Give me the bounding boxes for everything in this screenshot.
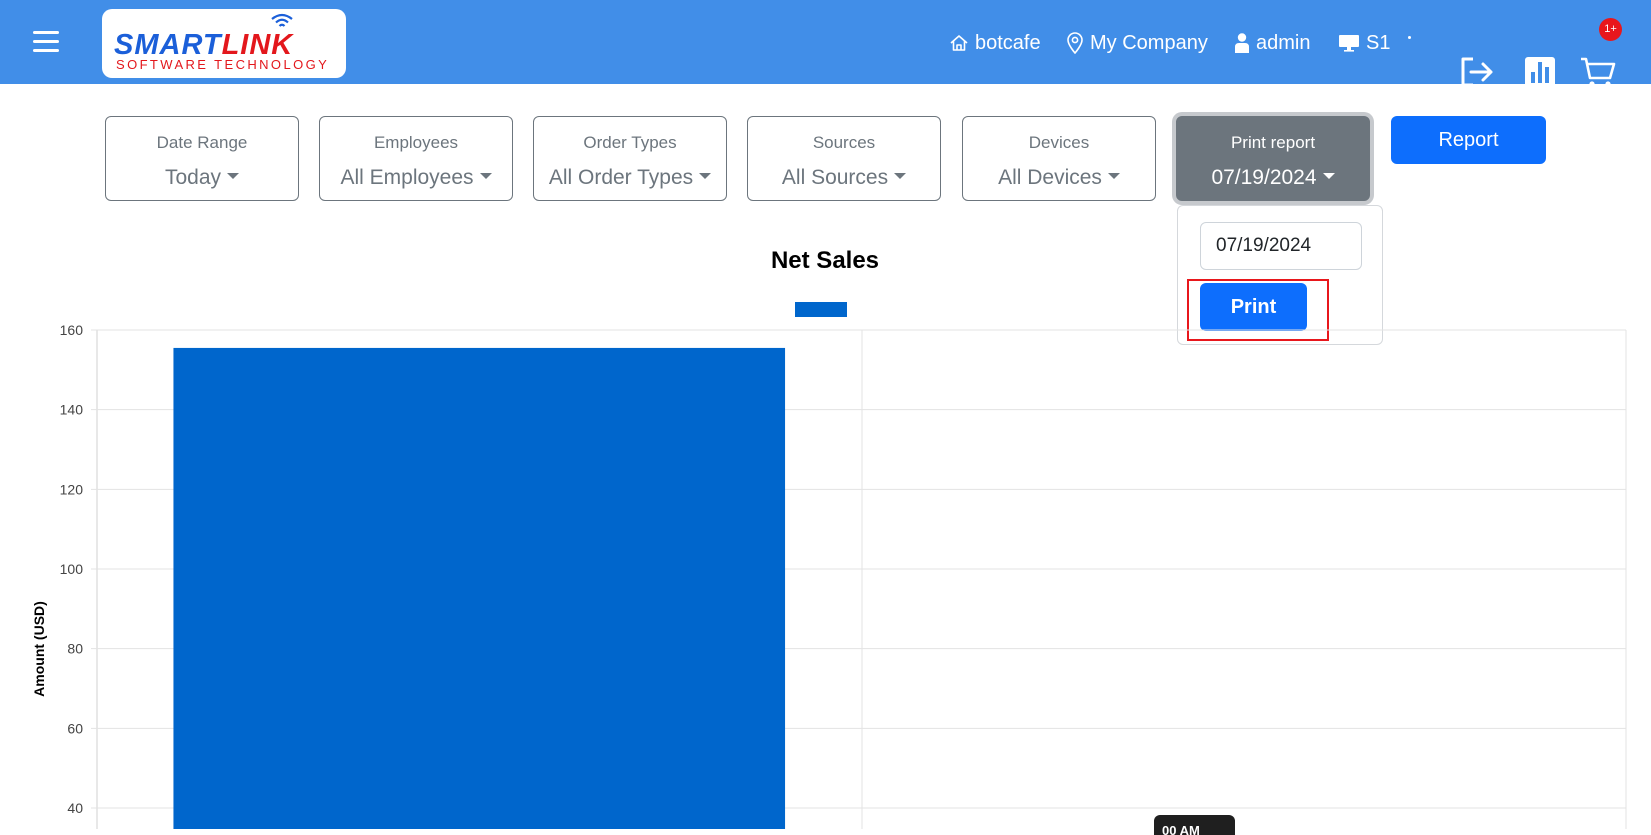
company-name: My Company [1090,31,1208,54]
caret-down-icon [894,173,907,180]
devices-label: Devices [1028,133,1090,152]
caret-down-icon [699,173,712,180]
station-indicator[interactable]: S1 [1338,30,1390,56]
cart-icon[interactable] [1580,56,1616,88]
monitor-icon [1339,35,1359,52]
chart-bar[interactable] [173,347,786,829]
menu-icon[interactable] [33,31,59,53]
y-tick-label: 120 [60,481,84,497]
y-tick-label: 80 [67,641,83,657]
employees-value: All Employees [320,166,512,190]
chart-bars [173,347,786,829]
date-range-filter[interactable]: Date Range Today [105,116,299,201]
devices-filter[interactable]: Devices All Devices [962,116,1156,201]
y-axis-label: Amount (USD) [31,601,47,697]
print-report-filter[interactable]: Print report 07/19/2024 [1176,116,1370,201]
date-range-value: Today [106,166,298,190]
print-report-label: Print report [1230,133,1316,152]
user-name: admin [1256,31,1311,54]
report-button[interactable]: Report [1391,116,1546,164]
top-navbar: SMARTLINK SOFTWARE TECHNOLOGY botcafe My… [0,0,1651,87]
order-types-label: Order Types [583,133,677,152]
user-indicator[interactable]: admin [1234,30,1310,56]
station-name: S1 [1366,31,1391,54]
home-icon [950,35,968,51]
cart-count-badge: 1+ [1599,18,1622,41]
caret-down-icon [479,173,492,180]
employees-filter[interactable]: Employees All Employees [319,116,513,201]
store-name: botcafe [975,31,1041,54]
user-icon [1235,33,1249,53]
devices-value: All Devices [963,166,1155,190]
order-types-value: All Order Types [534,166,726,190]
logo-tagline: SOFTWARE TECHNOLOGY [116,57,330,72]
store-indicator[interactable]: botcafe [949,30,1041,56]
caret-down-icon [1107,173,1120,180]
logout-icon[interactable] [1459,56,1495,88]
order-types-filter[interactable]: Order Types All Order Types [533,116,727,201]
caret-down-icon [227,173,240,180]
company-indicator[interactable]: My Company [1066,30,1208,56]
print-report-value: 07/19/2024 [1177,166,1369,190]
legend-swatch [795,302,847,317]
employees-label: Employees [373,133,459,152]
y-axis-ticks: 40 60 80 100 120 140 160 [60,322,84,816]
sources-value: All Sources [748,166,940,190]
net-sales-chart: Net Sales 40 60 80 100 120 140 160 Amount (USD… [31,247,1627,829]
chart-title: Net Sales [771,247,879,274]
logo: SMARTLINK SOFTWARE TECHNOLOGY [102,9,346,78]
caret-down-icon [1322,173,1335,180]
y-tick-label: 160 [60,322,84,338]
location-pin-icon [1067,32,1083,54]
y-tick-label: 60 [67,720,83,736]
sources-label: Sources [812,133,876,152]
chart-tooltip: 00 AM [1154,815,1235,835]
y-tick-label: 40 [67,800,83,816]
date-range-label: Date Range [156,133,248,152]
y-tick-label: 100 [60,561,84,577]
y-tick-label: 140 [60,402,84,418]
reports-chart-icon[interactable] [1524,56,1556,88]
status-dot [1408,36,1411,39]
wifi-icon [271,13,293,27]
sources-filter[interactable]: Sources All Sources [747,116,941,201]
